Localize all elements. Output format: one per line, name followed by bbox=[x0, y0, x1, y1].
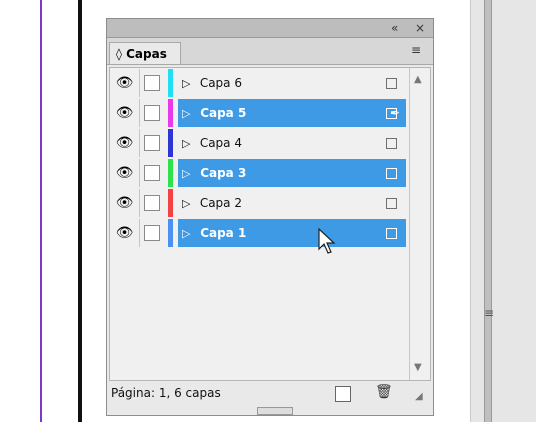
lock-checkbox[interactable] bbox=[144, 105, 160, 121]
lock-toggle[interactable] bbox=[141, 99, 163, 127]
eye-icon[interactable]: 👁 bbox=[110, 69, 140, 97]
layer-color-swatch bbox=[168, 189, 173, 217]
expand-triangle-icon[interactable]: ▷ bbox=[182, 160, 196, 188]
lock-checkbox[interactable] bbox=[144, 225, 160, 241]
layer-name-cell[interactable]: ▷ Capa 2 bbox=[178, 189, 406, 217]
layer-row[interactable]: 👁 ▷ Capa 3 bbox=[110, 159, 406, 187]
expand-triangle-icon[interactable]: ▷ bbox=[182, 100, 196, 128]
scroll-up-icon[interactable]: ▲ bbox=[414, 74, 422, 85]
layer-name: Capa 6 bbox=[199, 76, 242, 90]
lock-toggle[interactable] bbox=[141, 189, 163, 217]
expand-triangle-icon[interactable]: ▷ bbox=[182, 220, 196, 248]
panel-titlebar: « × bbox=[107, 19, 433, 38]
layer-color-swatch bbox=[168, 159, 173, 187]
layer-name-cell[interactable]: ▷ Capa 5 ✒ bbox=[178, 99, 406, 127]
layers-list: 👁 ▷ Capa 6 👁 ▷ Capa 5 ✒ 👁 ▷ Capa 4 👁 ▷ C… bbox=[109, 67, 431, 381]
layers-panel: « × ◊ Capas ≡ 👁 ▷ Capa 6 👁 ▷ Capa 5 ✒ 👁 … bbox=[106, 18, 434, 416]
mouse-cursor-icon bbox=[318, 228, 336, 254]
panel-tabbar: ◊ Capas ≡ bbox=[107, 38, 433, 65]
new-layer-icon[interactable] bbox=[335, 386, 351, 402]
resize-grip-icon[interactable]: ◢ bbox=[415, 391, 423, 402]
lock-checkbox[interactable] bbox=[144, 135, 160, 151]
layer-name: Capa 2 bbox=[199, 196, 242, 210]
layer-color-swatch bbox=[168, 99, 173, 127]
expand-triangle-icon[interactable]: ▷ bbox=[182, 70, 196, 98]
expand-triangle-icon[interactable]: ▷ bbox=[182, 190, 196, 218]
lock-toggle[interactable] bbox=[141, 159, 163, 187]
layer-color-swatch bbox=[168, 69, 173, 97]
layer-row[interactable]: 👁 ▷ Capa 4 bbox=[110, 129, 406, 157]
layer-color-swatch bbox=[168, 129, 173, 157]
page-edge-guide bbox=[40, 0, 42, 422]
layer-color-swatch bbox=[168, 219, 173, 247]
page-border bbox=[78, 0, 82, 422]
layer-row[interactable]: 👁 ▷ Capa 2 bbox=[110, 189, 406, 217]
lock-checkbox[interactable] bbox=[144, 195, 160, 211]
target-square-icon[interactable] bbox=[386, 108, 397, 119]
target-square-icon[interactable] bbox=[386, 228, 397, 239]
layer-name: Capa 1 bbox=[200, 226, 247, 240]
panel-menu-icon[interactable]: ≡ bbox=[411, 43, 421, 57]
lock-checkbox[interactable] bbox=[144, 75, 160, 91]
target-square-icon[interactable] bbox=[386, 198, 397, 209]
layer-name-cell[interactable]: ▷ Capa 4 bbox=[178, 129, 406, 157]
target-square-icon[interactable] bbox=[386, 78, 397, 89]
layer-name-cell[interactable]: ▷ Capa 1 bbox=[178, 219, 406, 247]
vertical-splitter[interactable] bbox=[484, 0, 492, 422]
scroll-down-icon[interactable]: ▼ bbox=[414, 362, 422, 373]
layer-row[interactable]: 👁 ▷ Capa 6 bbox=[110, 69, 406, 97]
layer-name: Capa 4 bbox=[199, 136, 242, 150]
lock-toggle[interactable] bbox=[141, 129, 163, 157]
lock-toggle[interactable] bbox=[141, 219, 163, 247]
layer-row[interactable]: 👁 ▷ Capa 1 bbox=[110, 219, 406, 247]
target-square-icon[interactable] bbox=[386, 168, 397, 179]
collapse-icon[interactable]: « bbox=[391, 20, 398, 36]
layer-row[interactable]: 👁 ▷ Capa 5 ✒ bbox=[110, 99, 406, 127]
eye-icon[interactable]: 👁 bbox=[110, 129, 140, 157]
panel-resize-handle[interactable] bbox=[257, 407, 293, 415]
splitter-grip-icon: ≡ bbox=[484, 306, 495, 320]
page-layers-count: Página: 1, 6 capas bbox=[111, 386, 221, 400]
layer-name: Capa 5 bbox=[200, 106, 247, 120]
lock-toggle[interactable] bbox=[141, 69, 163, 97]
panel-status-bar: Página: 1, 6 capas 🗑 ◢ bbox=[107, 383, 433, 405]
layers-scrollbar[interactable]: ▲ ▼ bbox=[409, 68, 430, 380]
right-gutter bbox=[470, 0, 536, 422]
eye-icon[interactable]: 👁 bbox=[110, 159, 140, 187]
eye-icon[interactable]: 👁 bbox=[110, 99, 140, 127]
lock-checkbox[interactable] bbox=[144, 165, 160, 181]
eye-icon[interactable]: 👁 bbox=[110, 189, 140, 217]
eye-icon[interactable]: 👁 bbox=[110, 219, 140, 247]
expand-triangle-icon[interactable]: ▷ bbox=[182, 130, 196, 158]
layer-name: Capa 3 bbox=[200, 166, 247, 180]
trash-icon[interactable]: 🗑 bbox=[375, 384, 393, 400]
tab-capas[interactable]: ◊ Capas bbox=[109, 42, 181, 64]
layer-name-cell[interactable]: ▷ Capa 3 bbox=[178, 159, 406, 187]
layer-name-cell[interactable]: ▷ Capa 6 bbox=[178, 69, 406, 97]
target-square-icon[interactable] bbox=[386, 138, 397, 149]
close-icon[interactable]: × bbox=[415, 20, 425, 36]
